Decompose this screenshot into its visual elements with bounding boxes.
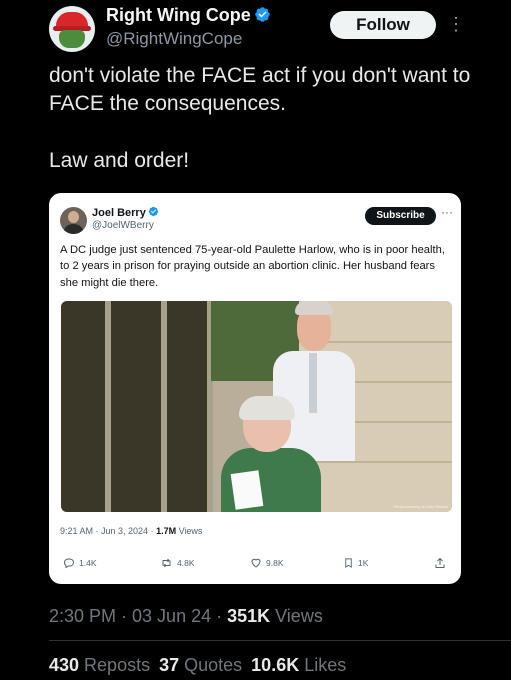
quote-timestamp[interactable]: 9:21 AM · Jun 3, 2024 · 1.7M Views [60,526,202,536]
author-name[interactable]: Right Wing Cope [106,5,251,25]
bookmark-icon [345,558,352,568]
follow-button[interactable]: Follow [330,11,436,39]
quote-text: A DC judge just sentenced 75-year-old Pa… [60,244,445,289]
tweet-timestamp[interactable]: 2:30 PM · 03 Jun 24 · 351K Views [49,606,323,627]
share-icon [435,557,445,568]
share-action[interactable] [434,557,446,569]
like-action[interactable]: 9.8K [250,557,284,569]
quotes-stat[interactable]: 37 Quotes [159,655,242,675]
quote-photo[interactable]: Photo courtesy of John Harlow [61,301,452,512]
author-name-row[interactable]: Right Wing Cope [106,5,271,26]
reply-action[interactable]: 1.4K [63,557,97,569]
quote-author-handle[interactable]: @JoelWBerry [92,220,154,231]
tweet-text: don't violate the FACE act if you don't … [49,62,489,175]
reply-icon [63,558,75,569]
quoted-tweet-card[interactable]: Joel Berry @JoelWBerry Subscribe ··· A D… [49,193,461,584]
author-avatar[interactable] [49,6,95,52]
tweet-text-line-2: Law and order! [49,149,190,172]
views-count: 351K [227,606,271,626]
verified-badge-icon [255,7,270,22]
tweet-header: Right Wing Cope @RightWingCope Follow ⋮ [0,0,511,56]
author-handle[interactable]: @RightWingCope [106,29,242,49]
quote-more-icon[interactable]: ··· [441,205,453,219]
quote-author-name[interactable]: Joel Berry [92,207,146,219]
quote-author-avatar[interactable] [60,207,87,234]
verified-badge-icon [148,206,159,217]
engagement-stats: 430 Reposts 37 Quotes 10.6K Likes [49,655,346,676]
quote-author-name-row[interactable]: Joel Berry [92,206,159,219]
likes-stat[interactable]: 10.6K Likes [251,655,346,675]
photo-credit: Photo courtesy of John Harlow [393,504,448,509]
reposts-stat[interactable]: 430 Reposts [49,655,150,675]
like-icon [251,558,261,568]
tweet-text-line-1: don't violate the FACE act if you don't … [49,64,471,115]
quote-views-count: 1.7M [156,526,177,536]
subscribe-button[interactable]: Subscribe [365,207,436,225]
repost-action[interactable]: 4.8K [160,557,195,569]
bookmark-action[interactable]: 1K [343,557,368,569]
more-icon[interactable]: ⋮ [447,11,465,37]
divider [49,640,511,641]
repost-icon [162,558,171,568]
